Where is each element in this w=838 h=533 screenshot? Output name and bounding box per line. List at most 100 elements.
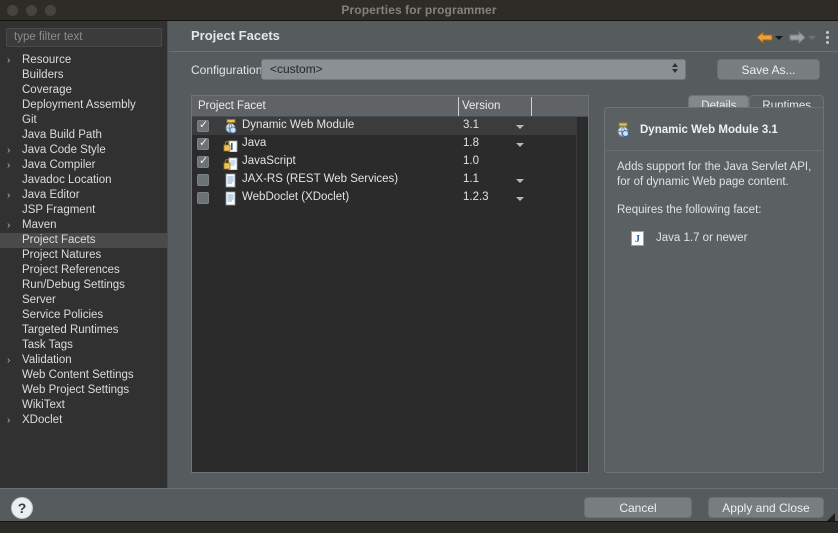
sidebar-item-deployment-assembly[interactable]: Deployment Assembly xyxy=(0,98,167,113)
chevron-right-icon[interactable]: › xyxy=(7,188,17,203)
details-panel: Dynamic Web Module 3.1 Adds support for … xyxy=(604,107,824,473)
facet-checkbox[interactable] xyxy=(197,174,209,186)
dynamic-web-module-icon xyxy=(225,119,237,134)
configuration-label: Configuration: xyxy=(191,63,266,77)
chevron-down-icon[interactable] xyxy=(516,197,524,201)
facet-checkbox[interactable] xyxy=(197,192,209,204)
column-header-version[interactable]: Version xyxy=(462,100,500,112)
chevron-down-icon[interactable] xyxy=(516,179,524,183)
filter-container xyxy=(0,21,167,47)
sidebar-item-targeted-runtimes[interactable]: Targeted Runtimes xyxy=(0,323,167,338)
chevron-right-icon[interactable]: › xyxy=(7,158,17,173)
back-history-caret-icon[interactable] xyxy=(775,36,783,40)
sidebar-item-maven[interactable]: › Maven xyxy=(0,218,167,233)
sidebar-item-java-editor[interactable]: › Java Editor xyxy=(0,188,167,203)
back-button[interactable] xyxy=(754,30,785,44)
sidebar-item-coverage[interactable]: Coverage xyxy=(0,83,167,98)
sidebar-item-label: Task Tags xyxy=(22,338,73,351)
sidebar-item-label: Javadoc Location xyxy=(22,173,112,186)
settings-sidebar: › Resource Builders Coverage Deployment Asse… xyxy=(0,21,168,488)
view-menu-icon[interactable] xyxy=(826,30,829,44)
details-divider xyxy=(606,150,822,151)
details-requirement-row: J Java 1.7 or newer xyxy=(617,231,813,246)
table-row[interactable]: WebDoclet (XDoclet) 1.2.3 xyxy=(192,189,588,207)
save-as-button[interactable]: Save As... xyxy=(717,59,820,80)
sidebar-item-label: Targeted Runtimes xyxy=(22,323,119,336)
forward-history-caret-icon[interactable] xyxy=(808,36,816,40)
sidebar-item-server[interactable]: Server xyxy=(0,293,167,308)
sidebar-item-git[interactable]: Git xyxy=(0,113,167,128)
sidebar-item-run-debug-settings[interactable]: Run/Debug Settings xyxy=(0,278,167,293)
chevron-down-icon[interactable] xyxy=(516,125,524,129)
facet-version: 1.0 xyxy=(463,155,479,167)
document-icon xyxy=(225,173,236,188)
sidebar-item-label: Run/Debug Settings xyxy=(22,278,125,291)
cancel-button[interactable]: Cancel xyxy=(584,497,692,518)
sidebar-item-web-project-settings[interactable]: Web Project Settings xyxy=(0,383,167,398)
facet-name: Dynamic Web Module xyxy=(242,119,355,131)
facet-checkbox[interactable] xyxy=(197,154,209,168)
configuration-value: <custom> xyxy=(270,62,323,76)
sidebar-item-project-references[interactable]: Project References xyxy=(0,263,167,278)
main-pane: Project Facets Configuration: <custom> S… xyxy=(169,21,838,488)
sidebar-item-xdoclet[interactable]: › XDoclet xyxy=(0,413,167,428)
forward-button[interactable] xyxy=(787,30,818,44)
sidebar-item-jsp-fragment[interactable]: JSP Fragment xyxy=(0,203,167,218)
chevron-right-icon[interactable]: › xyxy=(7,218,17,233)
sidebar-item-validation[interactable]: › Validation xyxy=(0,353,167,368)
javascript-facet-icon xyxy=(223,157,238,170)
table-row[interactable]: Java 1.8 xyxy=(192,135,588,153)
table-row[interactable]: JavaScript 1.0 xyxy=(192,153,588,171)
details-description: Adds support for the Java Servlet API, f… xyxy=(617,160,813,190)
facet-name: WebDoclet (XDoclet) xyxy=(242,191,350,203)
sidebar-item-java-build-path[interactable]: Java Build Path xyxy=(0,128,167,143)
resize-grip-icon[interactable] xyxy=(826,512,836,522)
chevron-down-icon[interactable] xyxy=(516,143,524,147)
sidebar-item-label: Java Build Path xyxy=(22,128,102,141)
sidebar-item-label: Maven xyxy=(22,218,57,231)
dialog-body: › Resource Builders Coverage Deployment Asse… xyxy=(0,21,838,488)
sidebar-item-builders[interactable]: Builders xyxy=(0,68,167,83)
sidebar-item-project-natures[interactable]: Project Natures xyxy=(0,248,167,263)
sidebar-item-task-tags[interactable]: Task Tags xyxy=(0,338,167,353)
table-row[interactable]: Dynamic Web Module 3.1 xyxy=(192,117,588,135)
chevron-right-icon[interactable]: › xyxy=(7,353,17,368)
facet-checkbox[interactable] xyxy=(197,118,209,132)
facet-name: JAX-RS (REST Web Services) xyxy=(242,173,399,185)
details-description-line2: of dynamic Web page content. xyxy=(633,176,789,188)
sidebar-item-javadoc-location[interactable]: Javadoc Location xyxy=(0,173,167,188)
sidebar-item-label: WikiText xyxy=(22,398,65,411)
search-input[interactable] xyxy=(6,27,162,47)
chevron-right-icon[interactable]: › xyxy=(7,413,17,428)
facet-table-scrollbar[interactable] xyxy=(576,117,588,472)
facet-version: 1.2.3 xyxy=(463,191,489,203)
sidebar-item-resource[interactable]: › Resource xyxy=(0,53,167,68)
sidebar-item-wikitext[interactable]: WikiText xyxy=(0,398,167,413)
window-title: Properties for programmer xyxy=(341,3,497,17)
sidebar-item-service-policies[interactable]: Service Policies xyxy=(0,308,167,323)
sidebar-item-project-facets[interactable]: Project Facets xyxy=(0,232,167,248)
sidebar-item-label: Git xyxy=(22,113,37,126)
chevron-right-icon[interactable]: › xyxy=(7,143,17,158)
table-row[interactable]: JAX-RS (REST Web Services) 1.1 xyxy=(192,171,588,189)
facet-checkbox[interactable] xyxy=(197,136,209,150)
sidebar-item-java-code-style[interactable]: › Java Code Style xyxy=(0,143,167,158)
help-button[interactable]: ? xyxy=(11,497,33,519)
details-heading-row: Dynamic Web Module 3.1 xyxy=(615,122,778,138)
chevron-right-icon[interactable]: › xyxy=(7,53,17,68)
configuration-row: Configuration: <custom> Save As... xyxy=(169,59,838,83)
chevron-updown-icon xyxy=(672,63,678,73)
column-header-project-facet[interactable]: Project Facet xyxy=(198,100,266,112)
svg-text:J: J xyxy=(635,234,640,245)
sidebar-item-label: Project References xyxy=(22,263,120,276)
sidebar-item-java-compiler[interactable]: › Java Compiler xyxy=(0,158,167,173)
apply-and-close-button[interactable]: Apply and Close xyxy=(708,497,824,518)
sidebar-item-web-content-settings[interactable]: Web Content Settings xyxy=(0,368,167,383)
dynamic-web-module-icon xyxy=(617,122,629,137)
properties-dialog: Properties for programmer › Resource Build… xyxy=(0,0,838,533)
details-heading: Dynamic Web Module 3.1 xyxy=(640,124,778,136)
document-icon xyxy=(225,191,236,206)
header-divider xyxy=(169,51,838,52)
details-body: Adds support for the Java Servlet API, f… xyxy=(617,160,813,246)
configuration-select[interactable]: <custom> xyxy=(261,59,686,80)
